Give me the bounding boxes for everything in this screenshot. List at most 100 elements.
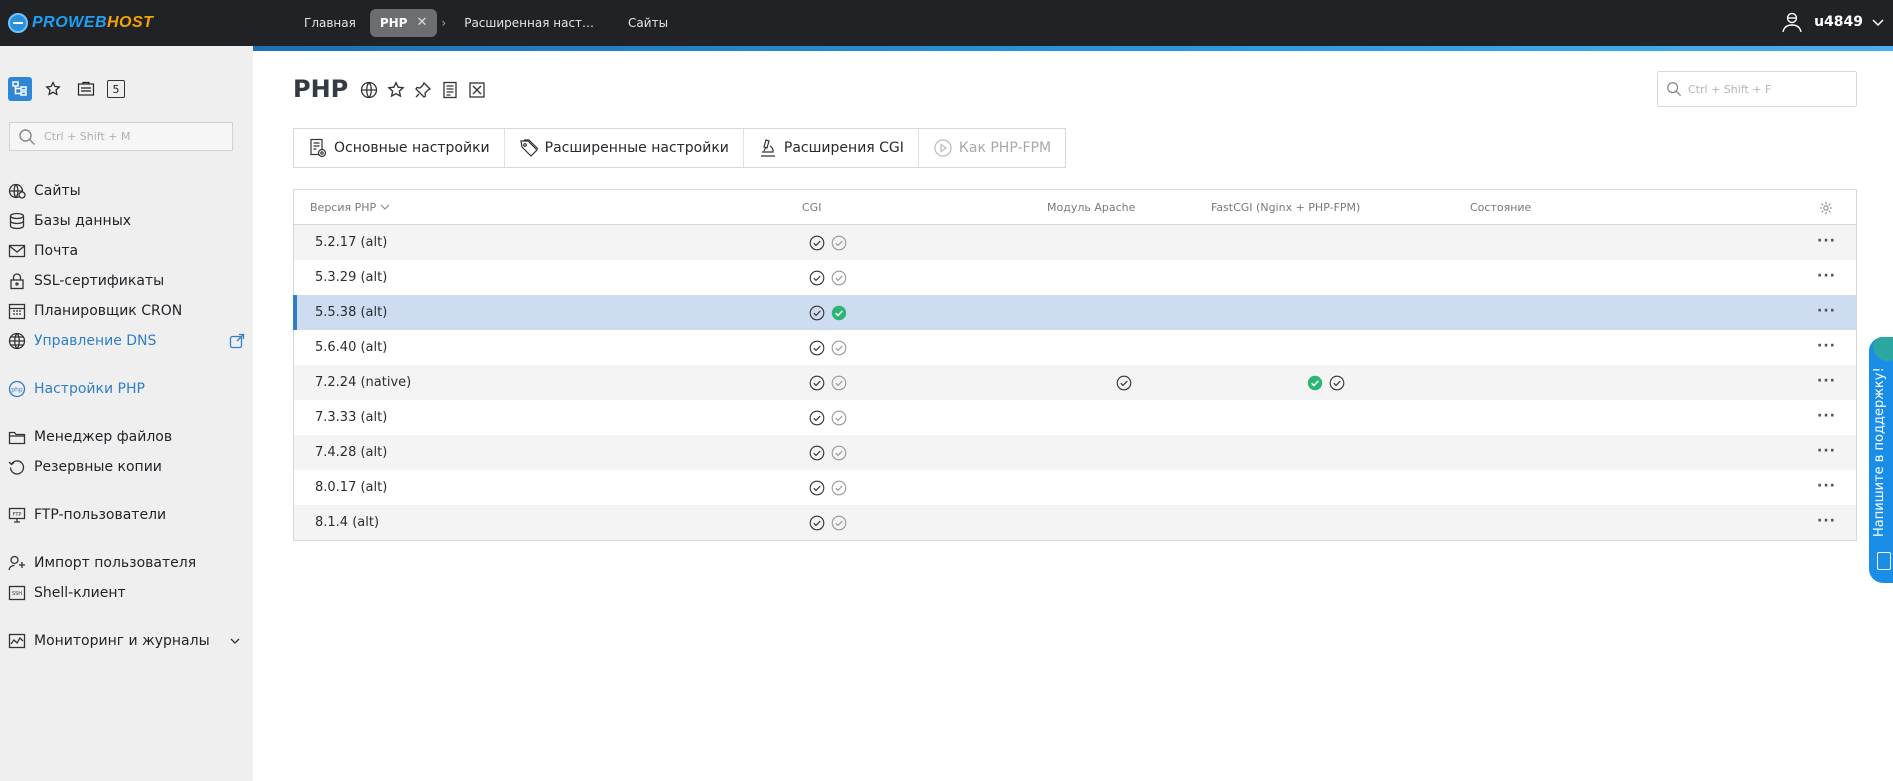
sidebar-item-php[interactable]: php Настройки PHP: [8, 377, 245, 401]
column-header-apache[interactable]: Модуль Apache: [1047, 190, 1135, 225]
sidebar-item-label: Базы данных: [34, 213, 132, 229]
sidebar-item-cron[interactable]: Планировщик CRON: [8, 299, 245, 323]
tree-menu-icon[interactable]: [8, 77, 32, 101]
cgi-enabled-check-icon[interactable]: [809, 270, 825, 286]
dashboard-icon[interactable]: [74, 77, 98, 101]
sidebar-search[interactable]: [9, 122, 233, 151]
support-chat-tab[interactable]: Напишите в поддержку!: [1869, 337, 1893, 583]
advanced-settings-button[interactable]: Расширенные настройки: [505, 129, 744, 167]
sidebar-item-sites[interactable]: Сайты: [8, 179, 245, 203]
sidebar-item-label: Почта: [34, 243, 79, 259]
sidebar-item-dns[interactable]: Управление DNS: [8, 329, 245, 353]
sidebar-item-ssl[interactable]: SSL-сертификаты: [8, 269, 245, 293]
cgi-extensions-label: Расширения CGI: [783, 140, 904, 156]
apache-enabled-check-icon[interactable]: [1116, 375, 1132, 391]
logo-text-pre: PROWEB: [32, 14, 107, 31]
user-menu[interactable]: u4849: [1780, 0, 1893, 44]
main-search-input[interactable]: [1688, 82, 1848, 96]
cgi-default-check-icon[interactable]: [831, 515, 847, 531]
ssh-icon: SSH: [8, 585, 26, 601]
sidebar-item-user-import[interactable]: Импорт пользователя: [8, 551, 245, 575]
cgi-default-check-icon[interactable]: [831, 305, 847, 321]
row-menu-icon[interactable]: ···: [1817, 408, 1836, 424]
logo[interactable]: PROWEBHOST: [8, 12, 153, 34]
cgi-default-check-icon[interactable]: [831, 340, 847, 356]
sidebar-item-label: FTP-пользователи: [34, 507, 167, 523]
notification-count-badge[interactable]: 5: [107, 80, 125, 98]
export-icon[interactable]: [468, 81, 486, 99]
cgi-enabled-check-icon[interactable]: [809, 410, 825, 426]
sidebar-item-label: Shell-клиент: [34, 585, 126, 601]
row-menu-icon[interactable]: ···: [1817, 478, 1836, 494]
column-header-state[interactable]: Состояние: [1470, 190, 1531, 225]
row-menu-icon[interactable]: ···: [1817, 443, 1836, 459]
sidebar-search-input[interactable]: [44, 130, 224, 143]
row-menu-icon[interactable]: ···: [1817, 373, 1836, 389]
document-icon[interactable]: [441, 81, 459, 99]
gear-icon[interactable]: [1819, 201, 1833, 215]
table-row[interactable]: 8.1.4 (alt) ···: [294, 505, 1856, 540]
column-header-version[interactable]: Версия PHP: [310, 190, 390, 225]
sidebar-item-databases[interactable]: Базы данных: [8, 209, 245, 233]
table-row[interactable]: 5.5.38 (alt) ···: [293, 295, 1856, 330]
main-search[interactable]: [1657, 71, 1857, 107]
sidebar-item-mail[interactable]: Почта: [8, 239, 245, 263]
basic-settings-button[interactable]: Основные настройки: [294, 129, 505, 167]
cgi-enabled-check-icon[interactable]: [809, 515, 825, 531]
table-row[interactable]: 7.2.24 (native) ···: [294, 365, 1856, 400]
cgi-default-check-icon[interactable]: [831, 375, 847, 391]
row-menu-icon[interactable]: ···: [1817, 338, 1836, 354]
fastcgi-default-check-icon[interactable]: [1307, 375, 1323, 391]
tab-sites[interactable]: Сайты: [614, 9, 682, 37]
as-php-fpm-button[interactable]: Как PHP-FPM: [919, 129, 1065, 167]
support-label: Напишите в поддержку!: [1872, 367, 1887, 537]
sidebar-item-monitoring[interactable]: Мониторинг и журналы: [8, 629, 245, 653]
lock-icon: [10, 273, 24, 290]
table-row[interactable]: 5.3.29 (alt) ···: [294, 260, 1856, 295]
globe-icon[interactable]: [360, 81, 378, 99]
row-menu-icon[interactable]: ···: [1817, 513, 1836, 529]
sidebar-item-file-manager[interactable]: Менеджер файлов: [8, 425, 245, 449]
close-icon[interactable]: ✕: [416, 9, 427, 37]
cgi-enabled-check-icon[interactable]: [809, 375, 825, 391]
table-row[interactable]: 5.6.40 (alt) ···: [294, 330, 1856, 365]
search-icon: [19, 128, 35, 145]
sidebar-item-shell[interactable]: SSH Shell-клиент: [8, 581, 245, 605]
cgi-default-check-icon[interactable]: [831, 270, 847, 286]
column-header-fastcgi[interactable]: FastCGI (Nginx + PHP-FPM): [1211, 190, 1360, 225]
php-version-cell: 8.1.4 (alt): [315, 515, 380, 530]
pin-icon[interactable]: [414, 81, 432, 99]
star-icon[interactable]: [387, 81, 405, 99]
tab-php-label: PHP: [379, 16, 408, 30]
table-row[interactable]: 5.2.17 (alt) ···: [294, 225, 1856, 260]
row-menu-icon[interactable]: ···: [1817, 233, 1836, 249]
cgi-enabled-check-icon[interactable]: [809, 235, 825, 251]
table-row[interactable]: 7.3.33 (alt) ···: [294, 400, 1856, 435]
tab-php[interactable]: PHP ✕: [369, 9, 438, 37]
sidebar-item-backups[interactable]: Резервные копии: [8, 455, 245, 479]
cgi-extensions-button[interactable]: Расширения CGI: [744, 129, 919, 167]
chevron-down-icon[interactable]: [229, 635, 241, 647]
cgi-default-check-icon[interactable]: [831, 480, 847, 496]
tab-home[interactable]: Главная: [290, 9, 370, 37]
chat-icon: [1877, 552, 1891, 570]
cgi-default-check-icon[interactable]: [831, 410, 847, 426]
fastcgi-enabled-check-icon[interactable]: [1329, 375, 1345, 391]
row-menu-icon[interactable]: ···: [1817, 303, 1836, 319]
sidebar-item-ftp[interactable]: FTP FTP-пользователи: [8, 503, 245, 527]
cgi-enabled-check-icon[interactable]: [809, 480, 825, 496]
table-row[interactable]: 8.0.17 (alt) ···: [294, 470, 1856, 505]
star-icon[interactable]: [41, 77, 65, 101]
php-version-cell: 7.4.28 (alt): [315, 445, 388, 460]
row-menu-icon[interactable]: ···: [1817, 268, 1836, 284]
cgi-enabled-check-icon[interactable]: [809, 340, 825, 356]
logo-text-post: HOST: [107, 14, 154, 31]
column-header-cgi[interactable]: CGI: [802, 190, 821, 225]
table-row[interactable]: 7.4.28 (alt) ···: [294, 435, 1856, 470]
tab-advanced-settings[interactable]: Расширенная наст…: [450, 9, 608, 37]
external-link-icon[interactable]: [229, 333, 245, 349]
cgi-enabled-check-icon[interactable]: [809, 305, 825, 321]
cgi-default-check-icon[interactable]: [831, 445, 847, 461]
cgi-default-check-icon[interactable]: [831, 235, 847, 251]
cgi-enabled-check-icon[interactable]: [809, 445, 825, 461]
